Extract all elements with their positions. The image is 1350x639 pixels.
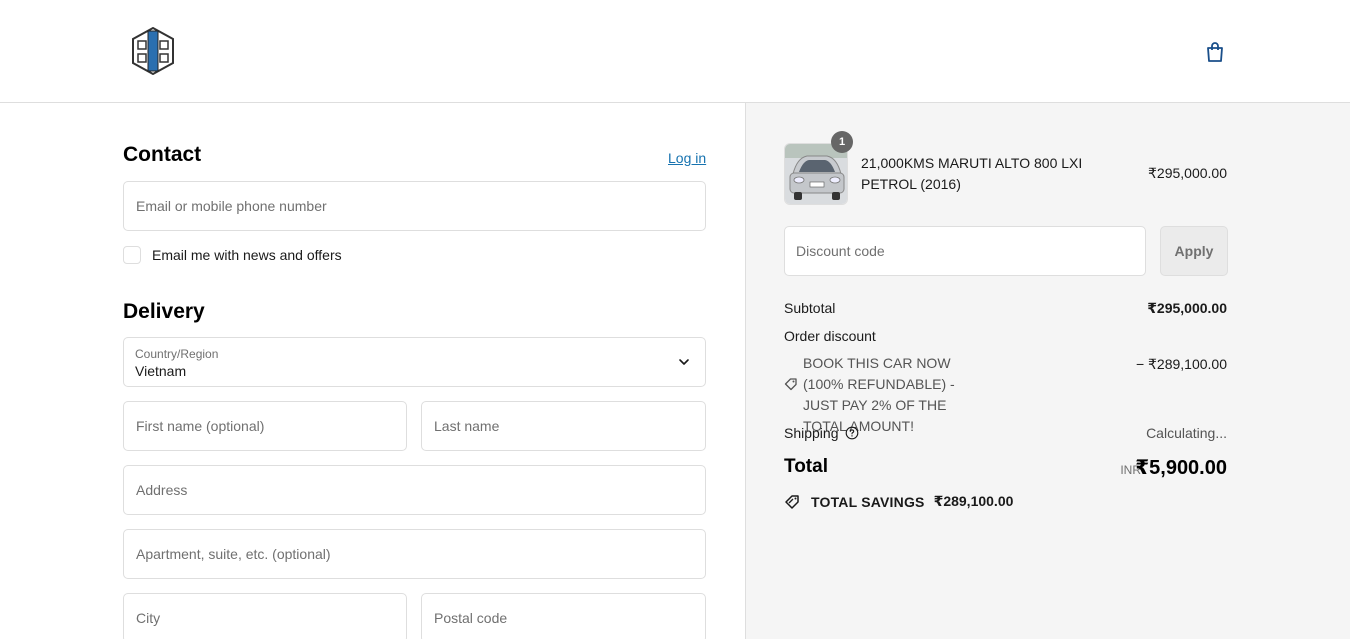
total-savings: TOTAL SAVINGS ₹289,100.00: [784, 493, 1013, 510]
first-name-field[interactable]: [123, 401, 407, 451]
postal-code-input[interactable]: [422, 594, 705, 639]
shipping-label: Shipping: [784, 425, 839, 441]
country-label: Country/Region: [135, 347, 219, 361]
product-name: 21,000KMS MARUTI ALTO 800 LXI PETROL (20…: [861, 155, 1083, 192]
order-discount-label: Order discount: [784, 328, 876, 344]
apply-discount-button[interactable]: Apply: [1160, 226, 1228, 276]
contact-heading: Contact: [123, 143, 202, 166]
chevron-down-icon: [679, 359, 689, 365]
delivery-heading: Delivery: [123, 300, 205, 323]
car-image: [785, 144, 847, 204]
city-field[interactable]: [123, 593, 407, 639]
shipping-row: Shipping: [784, 425, 859, 441]
last-name-input[interactable]: [422, 402, 705, 450]
order-summary: 1 21,000KMS MARUTI ALTO 800 LXI PETROL (…: [745, 103, 1350, 639]
apartment-input[interactable]: [124, 530, 705, 578]
total-label: Total: [784, 456, 828, 477]
newsletter-label: Email me with news and offers: [152, 247, 342, 263]
last-name-field[interactable]: [421, 401, 706, 451]
tag-icon: [784, 378, 797, 391]
discount-code-field[interactable]: [784, 226, 1146, 276]
address-field[interactable]: [123, 465, 706, 515]
discount-amount: − ₹289,100.00: [1135, 356, 1227, 372]
store-logo-icon: [132, 26, 174, 76]
savings-value: ₹289,100.00: [933, 493, 1014, 509]
help-icon[interactable]: [845, 426, 859, 440]
newsletter-option[interactable]: Email me with news and offers: [123, 246, 342, 264]
subtotal-label: Subtotal: [784, 300, 836, 316]
savings-tag-icon: [785, 494, 799, 509]
total-value: ₹5,900.00: [1135, 457, 1227, 479]
checkout-header: [0, 0, 1350, 103]
store-logo[interactable]: [131, 26, 175, 76]
checkout-form: Contact Log in Email me with news and of…: [0, 103, 745, 639]
address-input[interactable]: [124, 466, 705, 514]
postal-code-field[interactable]: [421, 593, 706, 639]
subtotal-value: ₹295,000.00: [1147, 300, 1227, 316]
city-input[interactable]: [124, 594, 406, 639]
savings-label: TOTAL SAVINGS: [811, 493, 925, 510]
country-value: Vietnam: [135, 363, 187, 379]
country-select[interactable]: Country/Region Vietnam: [123, 337, 706, 387]
cart-button[interactable]: [1202, 38, 1228, 66]
login-link[interactable]: Log in: [668, 150, 706, 166]
shopping-bag-icon: [1207, 42, 1223, 62]
newsletter-checkbox[interactable]: [123, 246, 141, 264]
discount-code-input[interactable]: [785, 227, 1145, 275]
email-field[interactable]: [123, 181, 706, 231]
apartment-field[interactable]: [123, 529, 706, 579]
email-input[interactable]: [124, 182, 705, 230]
shipping-value: Calculating...: [1146, 425, 1227, 441]
quantity-badge: 1: [831, 131, 853, 153]
first-name-input[interactable]: [124, 402, 406, 450]
product-price: ₹295,000.00: [1148, 165, 1227, 181]
